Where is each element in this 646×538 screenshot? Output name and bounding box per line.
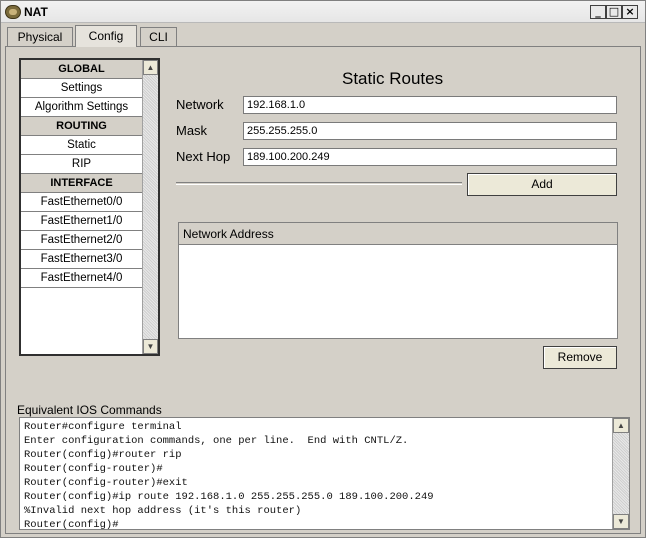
ios-commands-label: Equivalent IOS Commands — [17, 403, 162, 417]
table-header: Network Address — [179, 223, 617, 245]
nav-section-header: INTERFACE — [21, 174, 142, 193]
console-scrollbar[interactable]: ▲ ▼ — [612, 418, 629, 529]
nav-item[interactable]: FastEthernet4/0 — [21, 269, 142, 288]
nav-section-header: ROUTING — [21, 117, 142, 136]
tab-config[interactable]: Config — [75, 25, 137, 47]
console-line: Enter configuration commands, one per li… — [24, 435, 409, 447]
ios-console: Router#configure terminal Enter configura… — [19, 417, 630, 530]
nav-item[interactable]: FastEthernet1/0 — [21, 212, 142, 231]
console-line: Router(config)#ip route 192.168.1.0 255.… — [24, 491, 434, 503]
console-scroll-up-icon[interactable]: ▲ — [613, 418, 629, 433]
network-label: Network — [176, 97, 224, 112]
router-config-window: NAT _ □ × Physical Config CLI GLOBAL Sett… — [0, 0, 646, 538]
network-input[interactable] — [243, 96, 617, 114]
close-icon[interactable]: × — [622, 5, 638, 19]
nav-item[interactable]: FastEthernet3/0 — [21, 250, 142, 269]
scroll-down-icon[interactable]: ▼ — [143, 339, 158, 354]
tab-cli[interactable]: CLI — [140, 27, 177, 47]
console-scroll-down-icon[interactable]: ▼ — [613, 514, 629, 529]
nav-item[interactable]: Settings — [21, 79, 142, 98]
console-lines: Router#configure terminal Enter configura… — [24, 420, 434, 530]
console-line: Router(config-router)#exit — [24, 477, 188, 489]
console-line: Router(config)#router rip — [24, 449, 182, 461]
nexthop-input[interactable] — [243, 148, 617, 166]
nav-item[interactable]: Algorithm Settings — [21, 98, 142, 117]
nav-item[interactable]: RIP — [21, 155, 142, 174]
separator — [176, 182, 462, 185]
nav-list: GLOBAL Settings Algorithm Settings ROUTING S… — [21, 60, 142, 288]
mask-input[interactable] — [243, 122, 617, 140]
minimize-icon[interactable]: _ — [590, 5, 606, 19]
remove-button[interactable]: Remove — [543, 346, 617, 369]
settings-nav: GLOBAL Settings Algorithm Settings ROUTING S… — [19, 58, 160, 356]
page-title: Static Routes — [342, 69, 444, 88]
mask-label: Mask — [176, 123, 208, 138]
nav-item[interactable]: Static — [21, 136, 142, 155]
add-button[interactable]: Add — [467, 173, 617, 196]
network-address-table: Network Address — [178, 222, 618, 339]
console-line: Router(config-router)# — [24, 463, 163, 475]
console-line: Router(config)# — [24, 519, 119, 530]
window-title: NAT — [24, 5, 48, 19]
nexthop-label: Next Hop — [176, 149, 231, 164]
nav-item[interactable]: FastEthernet0/0 — [21, 193, 142, 212]
title-bar[interactable]: NAT _ □ × — [1, 1, 645, 23]
nav-scrollbar[interactable]: ▲ ▼ — [142, 60, 158, 354]
router-app-icon — [5, 5, 21, 19]
scroll-up-icon[interactable]: ▲ — [143, 60, 158, 75]
config-panel: GLOBAL Settings Algorithm Settings ROUTING S… — [5, 46, 641, 534]
nav-section-header: GLOBAL — [21, 60, 142, 79]
nav-item[interactable]: FastEthernet2/0 — [21, 231, 142, 250]
maximize-icon[interactable]: □ — [606, 5, 622, 19]
console-line: Router#configure terminal — [24, 421, 182, 433]
tab-physical[interactable]: Physical — [7, 27, 73, 47]
console-line: %Invalid next hop address (it's this rou… — [24, 505, 302, 517]
